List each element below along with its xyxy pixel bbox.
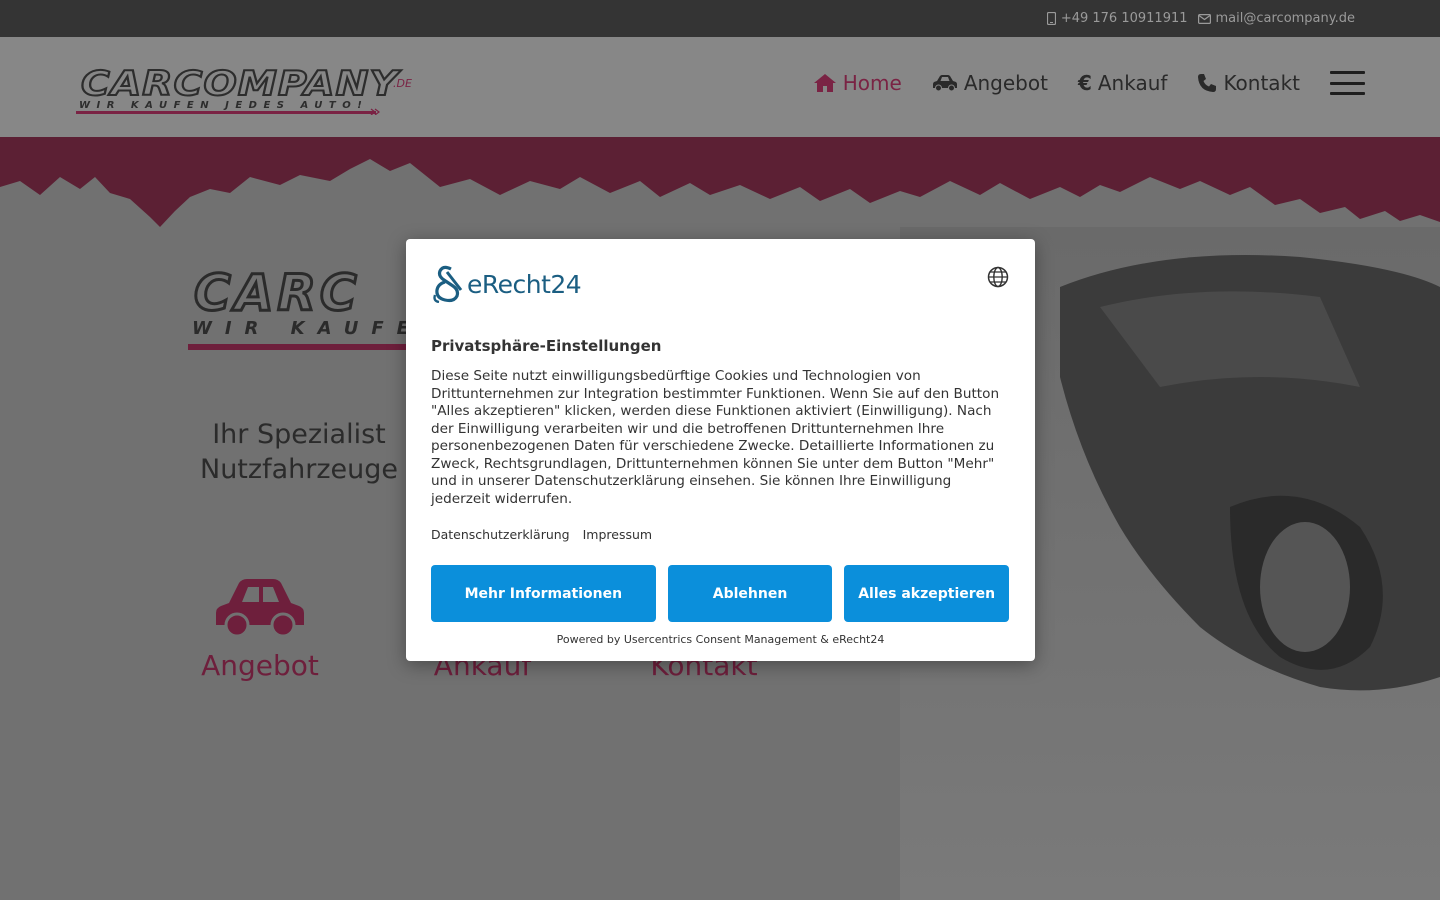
consent-text: Diese Seite nutzt einwilligungsbedürftig… — [431, 368, 1000, 507]
feature-angebot[interactable]: Angebot — [200, 577, 320, 682]
tagline-line-2: Nutzfahrzeuge — [200, 454, 398, 485]
home-icon — [813, 74, 836, 92]
feature-angebot-label: Angebot — [201, 649, 319, 682]
brand-name: eRecht24 — [467, 269, 582, 299]
contact-info: +49 176 10911911 mail@carcompany.de — [1046, 11, 1355, 26]
consent-links: Datenschutzerklärung Impressum — [431, 527, 652, 542]
site-header: CARCOMPANY .DE WIR KAUFEN JEDES AUTO! Ho… — [0, 37, 1440, 137]
car-icon — [932, 75, 957, 92]
globe-icon[interactable] — [987, 266, 1009, 288]
consent-buttons: Mehr Informationen Ablehnen Alles akzept… — [431, 565, 1010, 622]
phone-icon — [1198, 74, 1217, 92]
svg-text:.DE: .DE — [393, 77, 412, 90]
nav-kontakt-label: Kontakt — [1223, 71, 1300, 95]
nav-kontakt[interactable]: Kontakt — [1197, 71, 1300, 95]
email-link[interactable]: mail@carcompany.de — [1197, 11, 1355, 26]
euro-icon: € — [1077, 71, 1092, 95]
hamburger-icon[interactable] — [1330, 71, 1365, 95]
top-bar: +49 176 10911911 mail@carcompany.de — [0, 0, 1440, 37]
nav-ankauf-label: Ankauf — [1097, 71, 1168, 95]
erecht24-logo: eRecht24 — [431, 264, 582, 304]
powered-by-text: Powered by Usercentrics Consent Manageme… — [556, 633, 885, 646]
imprint-link[interactable]: Impressum — [583, 527, 652, 542]
nav-ankauf[interactable]: € Ankauf — [1078, 71, 1167, 95]
phone-link[interactable]: +49 176 10911911 — [1046, 11, 1188, 26]
accept-all-button[interactable]: Alles akzeptieren — [844, 565, 1010, 622]
envelope-icon — [1197, 13, 1211, 24]
erecht24-symbol-icon — [433, 265, 463, 303]
phone-number: +49 176 10911911 — [1060, 11, 1188, 26]
svg-text:CARCOMPANY: CARCOMPANY — [81, 64, 402, 104]
site-logo[interactable]: CARCOMPANY .DE WIR KAUFEN JEDES AUTO! — [75, 59, 420, 115]
more-info-button[interactable]: Mehr Informationen — [431, 565, 656, 622]
email-address: mail@carcompany.de — [1215, 11, 1355, 26]
privacy-policy-link[interactable]: Datenschutzerklärung — [431, 527, 570, 542]
torn-paper-banner — [0, 137, 1440, 227]
deny-button[interactable]: Ablehnen — [667, 565, 833, 622]
mobile-phone-icon — [1046, 12, 1056, 25]
tagline-line-1: Ihr Spezialist — [212, 419, 386, 450]
svg-text:WIR KAUFEN JEDES AUTO!: WIR KAUFEN JEDES AUTO! — [79, 100, 368, 111]
main-nav: Home Angebot € Ankauf Kontakt — [813, 71, 1365, 95]
hero-tagline: Ihr Spezialist Nutzfahrzeuge — [200, 417, 398, 487]
nav-home[interactable]: Home — [813, 71, 902, 95]
consent-dialog: eRecht24 Privatsphäre-Einstellungen Dies… — [406, 239, 1035, 661]
nav-home-label: Home — [842, 71, 902, 95]
consent-title: Privatsphäre-Einstellungen — [431, 337, 662, 355]
svg-text:WIR KAUFE: WIR KAUFE — [192, 318, 422, 339]
car-icon — [216, 579, 304, 638]
nav-angebot[interactable]: Angebot — [932, 71, 1048, 95]
nav-angebot-label: Angebot — [963, 71, 1048, 95]
svg-text:CARC: CARC — [194, 264, 361, 322]
